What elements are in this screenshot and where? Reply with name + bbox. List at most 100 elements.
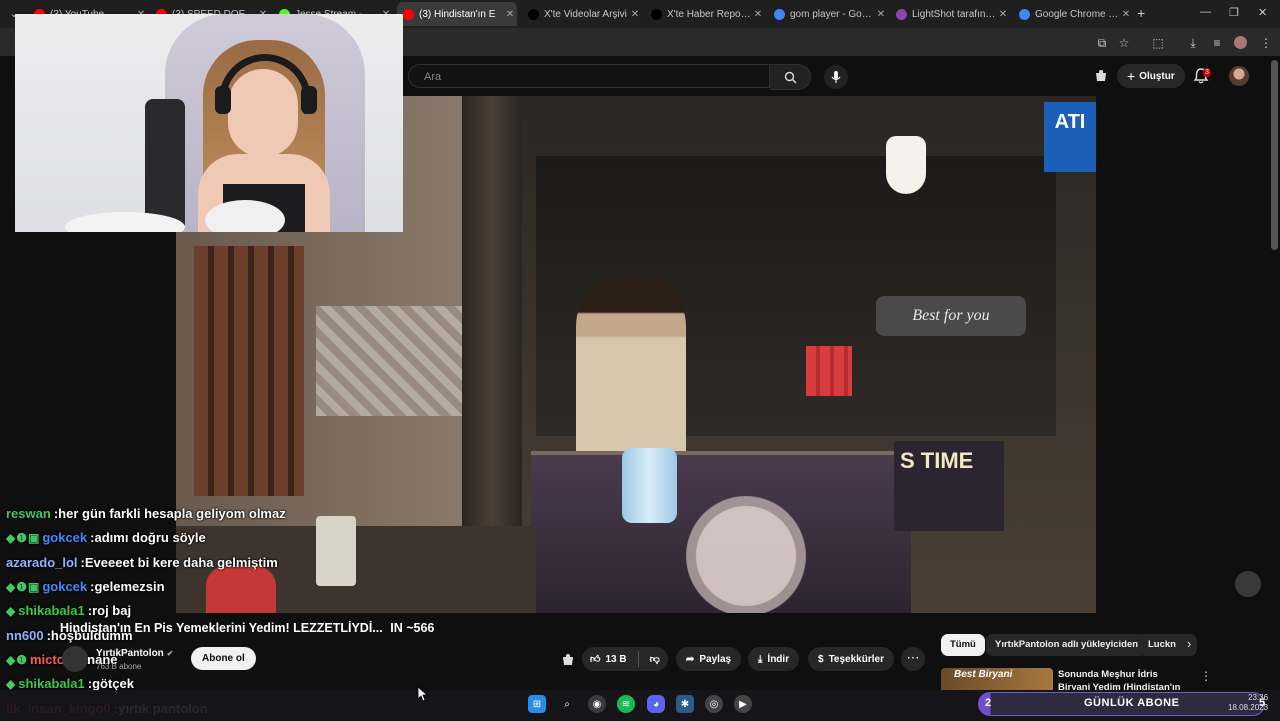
scene-tiles	[316, 306, 466, 416]
extensions-icon[interactable]: ⬚	[1150, 35, 1166, 51]
browser-tab[interactable]: Google Chrome Yard✕	[1013, 4, 1133, 24]
recommended-video-thumbnail[interactable]: Best Biryani	[941, 668, 1053, 690]
media-player-icon[interactable]: ▶	[734, 695, 752, 713]
tab-favicon-icon	[651, 8, 662, 20]
tab-favicon-icon	[896, 8, 907, 20]
chat-message: ◆❶▣ gokcek: adımı doğru söyle	[6, 526, 426, 550]
thanks-button[interactable]: $ Teşekkürler	[808, 647, 894, 671]
more-actions-button[interactable]: ⋯	[901, 647, 925, 671]
app-icon[interactable]: ✱	[676, 695, 694, 713]
video-title: Hindistan'ın En Pis Yemeklerini Yedim! L…	[60, 621, 434, 635]
chat-username: azarado_lol	[6, 554, 78, 570]
chat-message: ◆❶▣ gokcek: gelemezsin	[6, 575, 426, 599]
channel-name[interactable]: YırtıkPantolon ✔	[96, 648, 173, 659]
filter-chip[interactable]: Tümü	[941, 634, 985, 656]
tab-close-icon[interactable]: ✕	[1119, 9, 1133, 20]
chrome-icon[interactable]: ◉	[588, 695, 606, 713]
minimize-button[interactable]: —	[1200, 6, 1211, 18]
browser-tab[interactable]: X'te Haber Reports ✕	[645, 4, 765, 24]
thumbs-down-icon: 👎︎	[649, 654, 660, 665]
share-label: Paylaş	[699, 653, 732, 665]
webcam-chair-arm	[145, 99, 185, 232]
browser-tab[interactable]: LightShot tarafından ✕	[890, 4, 1010, 24]
scene-banner: S TIME	[894, 441, 1004, 531]
screen-share-icon[interactable]: ⧉	[1094, 35, 1110, 51]
tab-close-icon[interactable]: ✕	[628, 9, 642, 20]
download-label: İndir	[767, 653, 790, 665]
scene-lamp	[886, 136, 926, 194]
create-button[interactable]: + Oluştur	[1117, 64, 1185, 88]
scene-vendor	[576, 276, 686, 476]
voice-search-button[interactable]	[824, 65, 848, 89]
scene-cups	[806, 346, 852, 396]
verified-icon: ✔	[166, 649, 174, 658]
search-button[interactable]	[770, 64, 811, 90]
goal-count: 2	[985, 697, 992, 709]
tab-title: X'te Videolar Arşivi	[544, 8, 627, 20]
dislike-button[interactable]: 👎︎	[650, 653, 660, 665]
search-input[interactable]: Ara	[408, 64, 770, 88]
system-clock: 23:36 18.08.2023	[1228, 693, 1268, 713]
tab-close-icon[interactable]: ✕	[874, 9, 888, 20]
subscribe-button[interactable]: Abone ol	[191, 647, 256, 670]
tab-close-icon[interactable]: ✕	[751, 9, 765, 20]
super-thanks-icon: $	[818, 653, 824, 665]
restore-button[interactable]: ❐	[1229, 6, 1239, 19]
browser-tab[interactable]: X'te Videolar Arşivi ✕	[522, 4, 642, 24]
chat-text: Eveeeet bi kere daha gelmiştim	[84, 554, 278, 570]
plus-icon: +	[1127, 68, 1136, 84]
download-button[interactable]: ⤓ İndir	[748, 647, 800, 671]
windows-start-icon[interactable]: ⊞	[528, 695, 546, 713]
tab-close-icon[interactable]: ✕	[996, 9, 1010, 20]
like-button[interactable]: 👍︎ 13 B	[590, 653, 627, 666]
close-window-button[interactable]: ✕	[1258, 6, 1267, 19]
download-icon[interactable]: ⤓	[1185, 35, 1201, 51]
bookmark-star-icon[interactable]: ☆	[1116, 35, 1132, 51]
scene-bottle	[622, 448, 677, 523]
chat-text: gelemezsin	[94, 579, 165, 595]
taskbar-search-icon[interactable]: ⌕	[558, 695, 576, 713]
thanks-label: Teşekkürler	[828, 653, 884, 665]
filter-chip[interactable]: YırtıkPantolon adlı yükleyiciden	[986, 634, 1148, 656]
webcam-earcup-left	[215, 86, 231, 114]
webcam-overlay	[15, 14, 403, 232]
channel-avatar[interactable]	[62, 646, 88, 672]
like-count: 13 B	[605, 653, 627, 665]
floating-action-button[interactable]	[1235, 571, 1261, 597]
reading-list-icon[interactable]: ≡	[1209, 35, 1225, 51]
recommended-video-title[interactable]: Sonunda Meşhur İdris Biryani Yedim (Hind…	[1058, 668, 1188, 690]
chat-message: ◆ shikabala1: roj baj	[6, 599, 426, 623]
chat-text: her gün farkli hesapla geliyom olmaz	[58, 506, 286, 522]
tab-title: (3) Hindistan'ın E	[419, 8, 496, 20]
chat-username: micto	[30, 651, 65, 667]
discord-icon[interactable]: ◕	[647, 695, 665, 713]
scene-shop-sign: Best for you	[876, 296, 1026, 336]
browser-tab[interactable]: (3) Hindistan'ın E ✕	[397, 2, 517, 26]
new-tab-button[interactable]: +	[1137, 5, 1145, 21]
obs-icon[interactable]: ◎	[705, 695, 723, 713]
microphone-icon	[831, 70, 841, 83]
tab-close-icon[interactable]: ✕	[503, 9, 517, 20]
tab-favicon-icon	[1019, 8, 1030, 20]
notification-badge: 3	[1203, 68, 1211, 77]
clock-date: 18.08.2023	[1228, 703, 1269, 712]
video-title-suffix: IN ~566	[390, 621, 435, 635]
scene-logo	[676, 486, 816, 613]
premium-gift-icon[interactable]	[1093, 68, 1109, 84]
chat-username: reswan	[6, 506, 51, 522]
profile-avatar[interactable]	[1234, 36, 1247, 49]
premium-gift-icon-small[interactable]	[560, 652, 576, 668]
goal-label: GÜNLÜK ABONE	[1084, 697, 1180, 709]
scene-gate	[194, 246, 304, 496]
chat-message: azarado_lol: Eveeeet bi kere daha gelmiş…	[6, 551, 426, 575]
spotify-icon[interactable]: ≋	[617, 695, 635, 713]
tab-title: LightShot tarafından	[912, 8, 996, 20]
share-button[interactable]: ➦ Paylaş	[676, 647, 742, 671]
download-icon: ⤓	[758, 653, 763, 665]
browser-menu-icon[interactable]: ⋮	[1258, 35, 1274, 51]
account-avatar[interactable]	[1229, 66, 1249, 86]
browser-tab[interactable]: gom player - Google ✕	[768, 4, 888, 24]
recommended-menu-icon[interactable]: ⋮	[1200, 669, 1212, 683]
chevron-right-icon[interactable]: ›	[1187, 636, 1191, 651]
page-scrollbar[interactable]	[1271, 60, 1278, 250]
